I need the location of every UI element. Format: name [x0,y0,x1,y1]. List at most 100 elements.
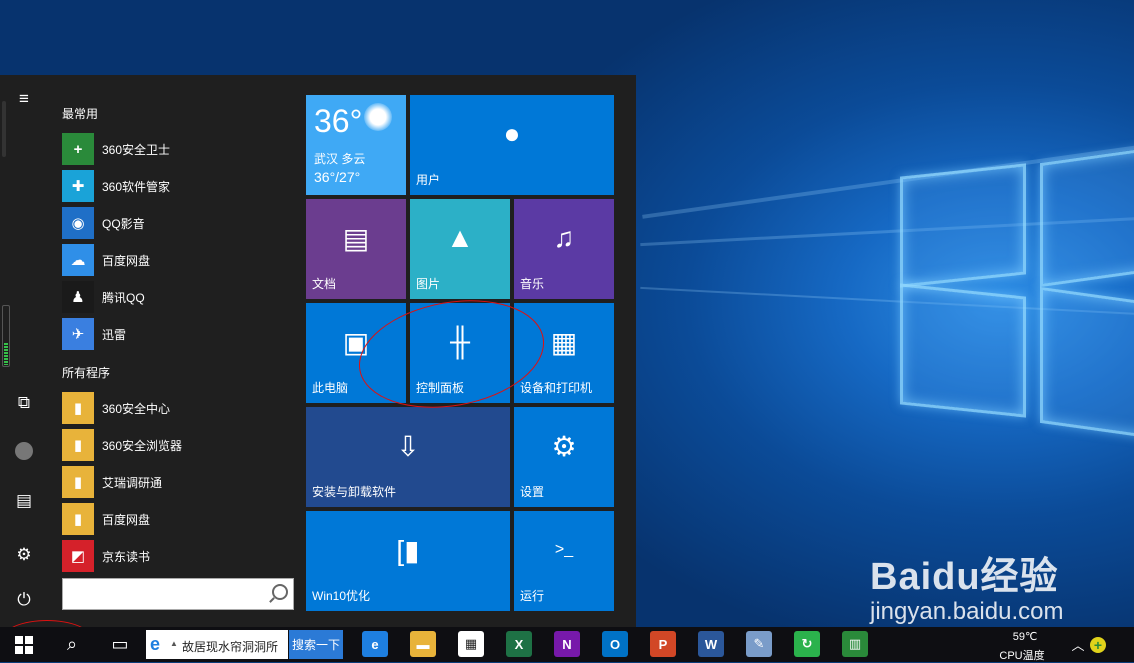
windows-logo-pane [900,283,1026,418]
weather-temperature: 36° [314,103,363,139]
tile-music[interactable]: ♫ 音乐 [514,199,614,299]
windows-logo-pane [900,163,1026,288]
tile-weather[interactable]: 36° 武汉 多云 36°/27° [306,95,406,195]
watermark-logo: Baidu经验 [870,556,1059,598]
user-avatar-icon[interactable] [8,435,40,467]
app-label: QQ影音 [102,216,145,231]
refresh-app-icon[interactable]: ↻ [794,631,820,657]
app-list-item[interactable]: ▮ 百度网盘 [62,502,292,536]
tile-install-uninstall[interactable]: ⇩ 安装与卸载软件 [306,407,510,507]
file-explorer-icon[interactable]: ▬ [410,631,436,657]
outlook-icon[interactable]: O [602,631,628,657]
360-software-manager-icon: ✚ [62,170,94,202]
app-list-item[interactable]: ◩ 京东读书 [62,539,292,573]
xunlei-icon: ✈ [62,318,94,350]
power-icon[interactable]: ⏻ [8,584,40,616]
folder-icon: ▮ [62,503,94,535]
tile-label: 设置 [520,485,545,499]
dropdown-arrow-icon: ▲ [170,639,178,648]
watermark-url: jingyan.baidu.com [870,598,1064,625]
chart-app-icon[interactable]: ▥ [842,631,868,657]
tile-documents[interactable]: ▤ 文档 [306,199,406,299]
app-list-item[interactable]: ▮ 360安全中心 [62,391,292,425]
tile-label: 音乐 [520,277,545,291]
tile-label: 安装与卸载软件 [312,485,397,499]
onenote-icon[interactable]: N [554,631,580,657]
app-label: 百度网盘 [102,512,151,527]
settings-gear-icon[interactable]: ⚙ [8,539,40,571]
app-label: 360安全浏览器 [102,438,183,453]
weather-city: 武汉 多云 [314,152,366,166]
360-safeguard-icon: + [62,133,94,165]
tile-run[interactable]: >_ 运行 [514,511,614,611]
task-view-icon[interactable]: ▭ [100,627,140,662]
windows-logo-pane [1040,146,1134,288]
word-icon[interactable]: W [698,631,724,657]
gear-icon: ⚙ [551,430,577,462]
tile-label: 图片 [416,277,441,291]
search-icon [272,584,288,600]
rail-level-meter [2,305,10,367]
tile-pictures[interactable]: ▲ 图片 [410,199,510,299]
edge-icon[interactable]: e [362,631,388,657]
tile-label: 设备和打印机 [520,381,593,395]
app-label: 腾讯QQ [102,290,145,305]
cpu-temperature-label: CPU温度 [999,650,1045,662]
optimize-icon: [▮ [396,534,420,566]
search-input[interactable] [62,578,294,610]
hamburger-menu-icon[interactable]: ≡ [8,83,40,115]
baidu-watermark: Baidu经验 jingyan.baidu.com [870,545,1063,626]
all-programs-header: 所有程序 [62,366,111,380]
tile-users[interactable]: ● 用户 [410,95,614,195]
tile-settings[interactable]: ⚙ 设置 [514,407,614,507]
tray-360-icon[interactable]: + [1078,627,1118,662]
app-list-item[interactable]: ✚ 360软件管家 [62,169,292,203]
cpu-temperature: 59℃ [1012,631,1038,643]
jd-read-icon: ◩ [62,540,94,572]
app-list-item[interactable]: ♟ 腾讯QQ [62,280,292,314]
app-label: 迅雷 [102,327,127,342]
weather-range: 36°/27° [314,169,361,185]
document-icon: ▤ [342,222,370,254]
store-icon[interactable]: ▦ [458,631,484,657]
search-button[interactable]: 搜索一下 [289,630,343,659]
excel-icon[interactable]: X [506,631,532,657]
paint-icon[interactable]: ✎ [746,631,772,657]
app-list-item[interactable]: ▮ 艾瑞调研通 [62,465,292,499]
app-label: 360软件管家 [102,179,171,194]
app-list-item[interactable]: ▮ 360安全浏览器 [62,428,292,462]
tile-label: 此电脑 [312,381,349,395]
file-explorer-icon[interactable]: ▤ [8,485,40,517]
taskbar: ⌕ ▭ e ▲ 故居现水帘洞洞所 搜索一下 e ▬ ▦ X N O P W ✎ ↻ ▥ 59℃ CP… [0,627,1134,662]
app-label: 360安全中心 [102,401,171,416]
ie-icon: e [150,634,161,654]
folder-icon: ▮ [62,429,94,461]
tile-label: 用户 [416,173,441,187]
app-list-item[interactable]: ☁ 百度网盘 [62,243,292,277]
most-used-header: 最常用 [62,107,99,121]
run-icon: >_ [554,541,574,558]
windows-start-icon[interactable] [4,627,44,662]
sun-icon [364,103,392,131]
powerpoint-icon[interactable]: P [650,631,676,657]
tile-label: 运行 [520,589,545,603]
windows-logo-pane [1040,286,1134,440]
task-view-icon[interactable]: ⧉ [8,387,40,419]
tile-win10-optimize[interactable]: [▮ Win10优化 [306,511,510,611]
app-list-item[interactable]: ◉ QQ影音 [62,206,292,240]
app-list-item[interactable]: ✈ 迅雷 [62,317,292,351]
search-icon[interactable]: ⌕ [52,627,92,662]
app-label: 京东读书 [102,549,151,564]
install-box-icon: ⇩ [396,430,420,462]
app-list-item[interactable]: +360安全卫士 [62,132,292,166]
folder-icon: ▮ [62,392,94,424]
app-label: 360安全卫士 [102,142,171,157]
tile-label: Win10优化 [312,589,371,603]
picture-icon: ▲ [446,222,474,253]
headphones-icon: ♫ [553,222,575,253]
qq-player-icon: ◉ [62,207,94,239]
tile-label: 文档 [312,277,337,291]
start-rail: ≡ ⧉ ▤ ⚙ ⏻ [0,75,48,627]
ie-address-box[interactable]: e ▲ 故居现水帘洞洞所 [146,630,288,659]
folder-icon: ▮ [62,466,94,498]
